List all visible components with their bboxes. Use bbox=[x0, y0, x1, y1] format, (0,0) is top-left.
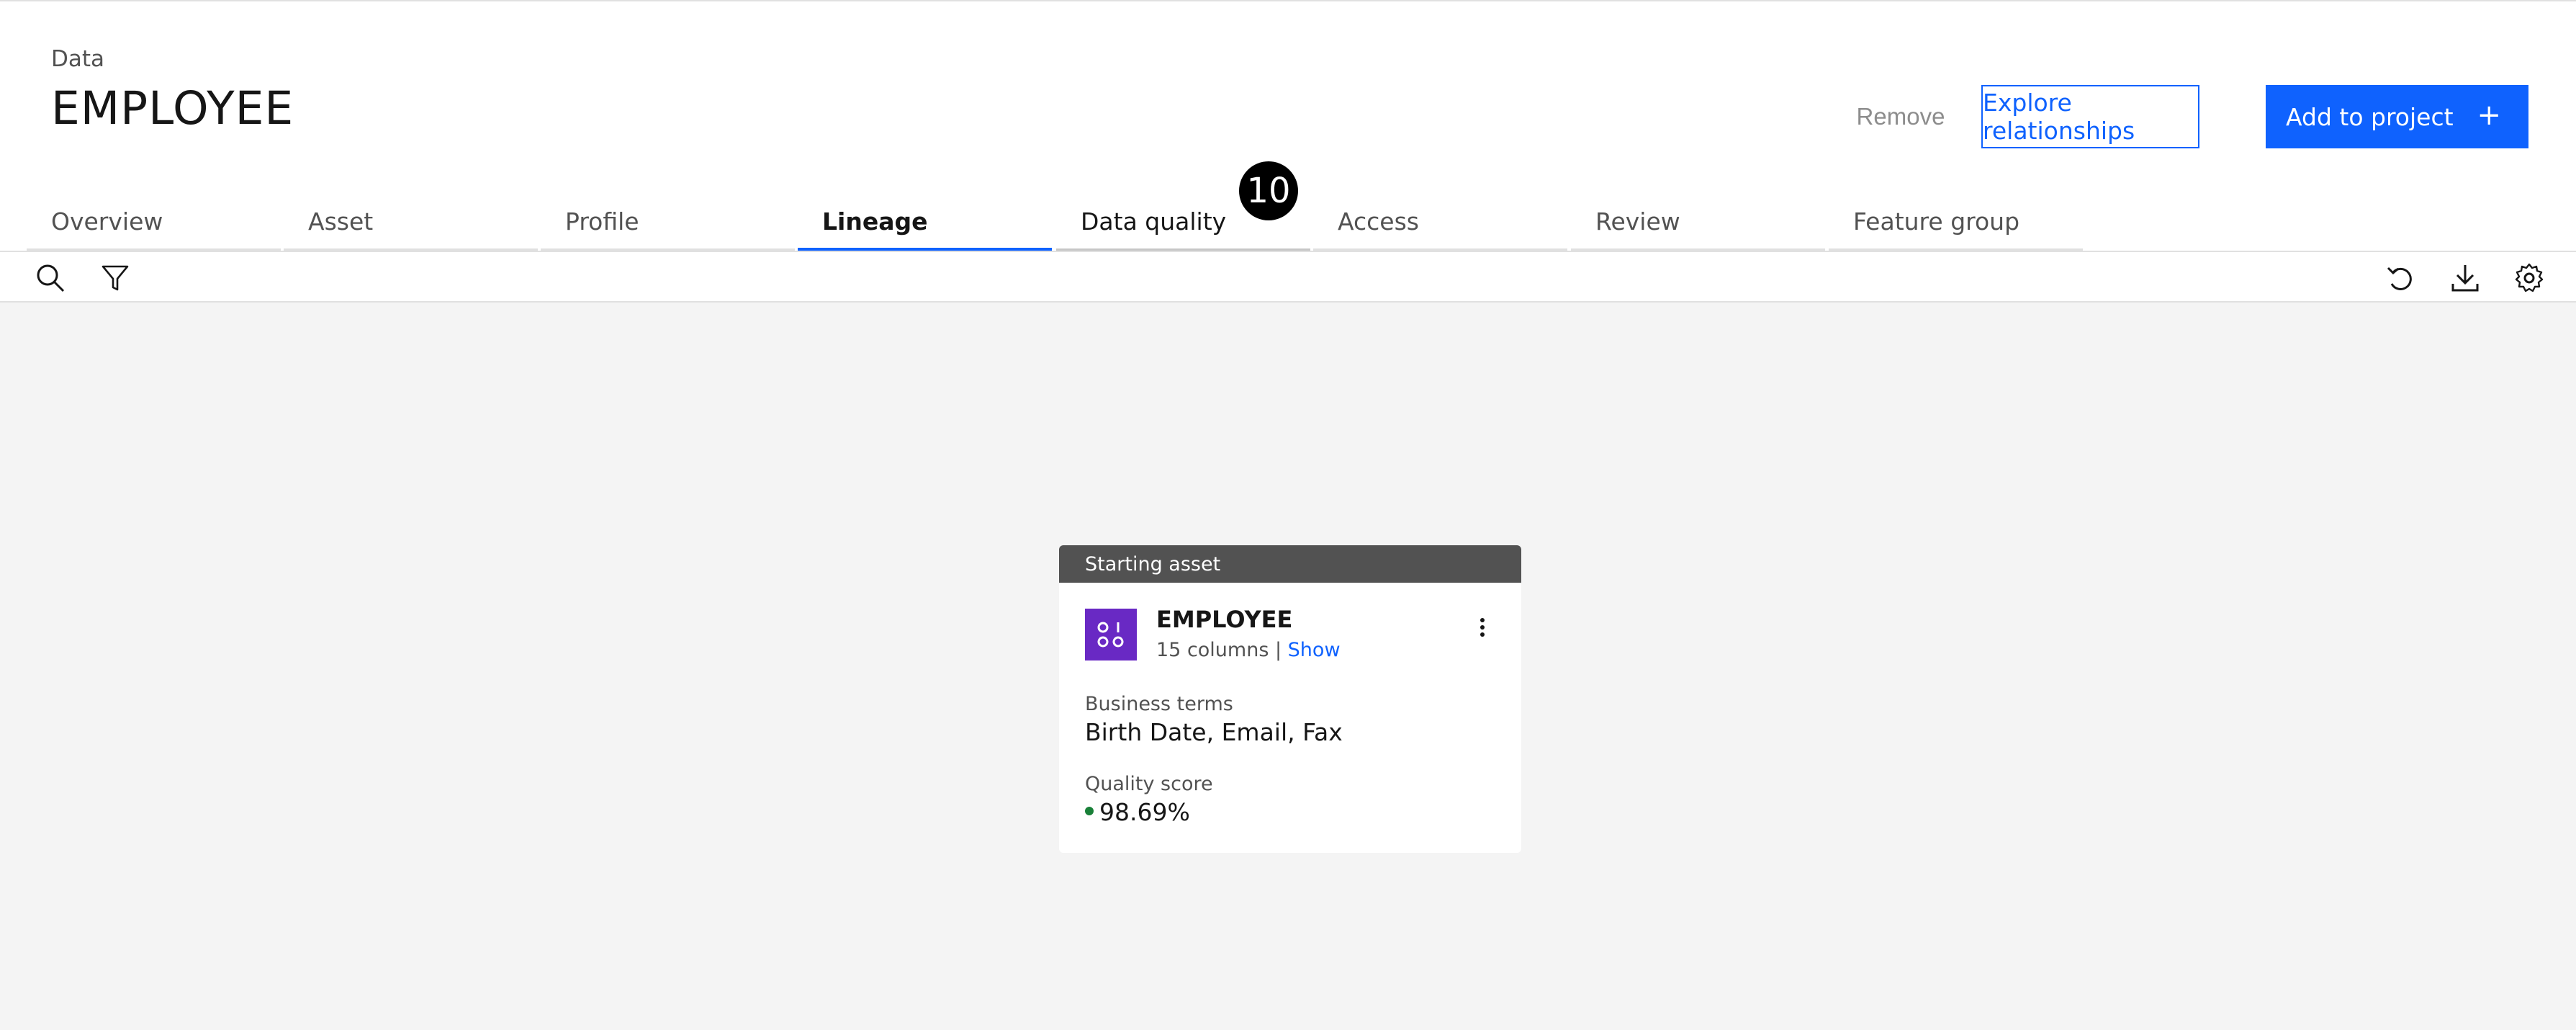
columns-text: 15 columns | bbox=[1156, 639, 1282, 661]
page-title: EMPLOYEE bbox=[51, 82, 294, 135]
data-table-icon bbox=[1085, 609, 1137, 660]
card-header: Starting asset bbox=[1059, 545, 1521, 583]
starting-asset-card[interactable]: Starting asset EMPLOYEE 15 columns | Sho… bbox=[1059, 545, 1521, 853]
filter-icon[interactable] bbox=[99, 262, 131, 294]
tab-lineage[interactable]: Lineage bbox=[798, 197, 1052, 251]
tab-overview[interactable]: Overview bbox=[27, 197, 281, 251]
show-columns-link[interactable]: Show bbox=[1288, 639, 1341, 661]
add-to-project-label: Add to project bbox=[2286, 102, 2454, 131]
quality-score-label: Quality score bbox=[1085, 773, 1213, 795]
download-icon[interactable] bbox=[2449, 262, 2481, 294]
breadcrumb[interactable]: Data bbox=[51, 46, 104, 72]
status-dot-icon bbox=[1085, 806, 1094, 815]
lineage-toolbar bbox=[0, 251, 2576, 303]
business-terms-label: Business terms bbox=[1085, 693, 1233, 715]
explore-relationships-button[interactable]: Explore relationships bbox=[1981, 85, 2199, 148]
settings-icon[interactable] bbox=[2513, 262, 2545, 294]
remove-button[interactable]: Remove bbox=[1836, 85, 1965, 148]
page-header: Data EMPLOYEE Remove Explore relationshi… bbox=[0, 1, 2576, 251]
tab-profile[interactable]: Profile bbox=[541, 197, 795, 251]
asset-name[interactable]: EMPLOYEE bbox=[1156, 606, 1292, 633]
business-terms-value: Birth Date, Email, Fax bbox=[1085, 718, 1343, 746]
reset-icon[interactable] bbox=[2384, 262, 2416, 294]
plus-icon: + bbox=[2477, 99, 2501, 132]
quality-score: 98.69% bbox=[1085, 798, 1190, 826]
tab-asset[interactable]: Asset bbox=[284, 197, 538, 251]
step-badge: 10 bbox=[1239, 161, 1298, 220]
columns-count: 15 columns | Show bbox=[1156, 639, 1341, 661]
search-icon[interactable] bbox=[35, 262, 66, 294]
add-to-project-button[interactable]: Add to project + bbox=[2266, 85, 2528, 148]
overflow-menu-icon[interactable] bbox=[1474, 614, 1491, 640]
tab-review[interactable]: Review bbox=[1571, 197, 1825, 251]
tab-access[interactable]: Access bbox=[1313, 197, 1567, 251]
tab-feature-group[interactable]: Feature group bbox=[1829, 197, 2083, 251]
quality-score-value: 98.69% bbox=[1099, 798, 1190, 826]
